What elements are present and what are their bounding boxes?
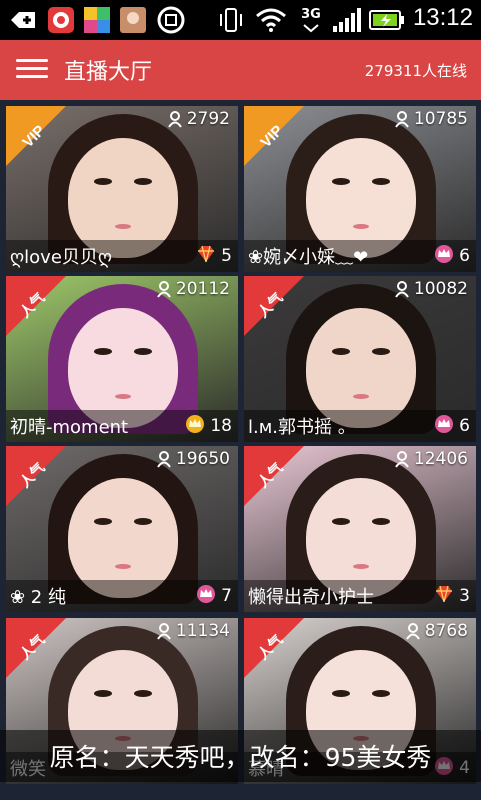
network-type: 3G [296, 6, 326, 34]
page-title: 直播大厅 [64, 60, 153, 85]
diamond-icon [433, 585, 455, 608]
pink-crown-icon [433, 414, 455, 439]
pink-crown-icon [433, 244, 455, 269]
viewer-count: 19650 [156, 449, 230, 469]
app-header: 直播大厅 279311人在线 [0, 40, 481, 100]
app-icon-red [46, 6, 76, 34]
popular-ribbon: 人气 [244, 618, 304, 678]
app-icon-circle [156, 6, 186, 34]
plus-icon [8, 6, 38, 34]
streamer-name: ❀婉〆小婇﹏❤ [248, 247, 369, 268]
online-count: 279311人在线 [364, 62, 467, 80]
gold-crown-icon [184, 414, 206, 439]
viewer-count: 10082 [394, 279, 468, 299]
card-footer: ❀婉〆小婇﹏❤ 6 [244, 240, 476, 272]
streamer-name: 初晴-moment [10, 417, 129, 438]
person-icon [157, 451, 171, 468]
vip-ribbon: VIP [6, 106, 66, 166]
person-icon [395, 451, 409, 468]
vibrate-icon [216, 6, 246, 34]
gift-count: 18 [210, 416, 232, 436]
card-footer: l.м.郭书摇 。 6 [244, 410, 476, 442]
gift-count: 6 [459, 416, 470, 436]
popular-ribbon: 人气 [244, 276, 304, 336]
viewer-count: 20112 [156, 279, 230, 299]
room-card[interactable]: 人气 20112 初晴-moment 18 [6, 276, 238, 442]
gift-badge: 3 [433, 585, 470, 608]
streamer-name: l.м.郭书摇 。 [248, 417, 356, 438]
viewer-count: 12406 [394, 449, 468, 469]
person-icon [405, 623, 420, 640]
room-card[interactable]: VIP 2792 ღlove贝贝ღ 5 [6, 106, 238, 272]
clock: 13:12 [412, 4, 473, 31]
vip-ribbon: VIP [244, 106, 304, 166]
card-footer: 初晴-moment 18 [6, 410, 238, 442]
menu-icon [16, 59, 48, 62]
popular-ribbon: 人气 [6, 618, 66, 678]
room-card[interactable]: 人气 19650 ❀ 2 纯 7 [6, 446, 238, 612]
card-footer: ღlove贝贝ღ 5 [6, 240, 238, 272]
gift-badge: 7 [195, 584, 232, 609]
streamer-name: 懒得出奇小护士 [248, 587, 374, 608]
wifi-icon [254, 6, 288, 34]
room-card[interactable]: 人气 12406 懒得出奇小护士 3 [244, 446, 476, 612]
card-footer: ❀ 2 纯 7 [6, 580, 238, 612]
viewer-count: 11134 [156, 621, 230, 641]
person-icon [157, 623, 171, 640]
room-card[interactable]: 人气 10082 l.м.郭书摇 。 6 [244, 276, 476, 442]
popular-ribbon: 人气 [6, 446, 66, 506]
app-icon-colorful [82, 6, 112, 34]
popular-ribbon: 人气 [244, 446, 304, 506]
gift-count: 7 [221, 586, 232, 606]
diamond-icon [195, 245, 217, 268]
caption-overlay: 原名：天天秀吧，改名：95美女秀 [0, 730, 481, 782]
popular-ribbon: 人气 [6, 276, 66, 336]
viewer-count: 8768 [405, 621, 468, 641]
person-icon [167, 111, 182, 128]
gift-badge: 5 [195, 245, 232, 268]
room-card[interactable]: VIP 10785 ❀婉〆小婇﹏❤ 6 [244, 106, 476, 272]
gift-count: 6 [459, 246, 470, 266]
room-grid: VIP 2792 ღlove贝贝ღ 5 VIP 10785 ❀婉〆小婇﹏❤ 6 [0, 100, 481, 800]
viewer-count: 10785 [394, 109, 468, 129]
signal-icon [330, 6, 362, 34]
gift-badge: 6 [433, 244, 470, 269]
card-footer: 懒得出奇小护士 3 [244, 580, 476, 612]
streamer-name: ღlove贝贝ღ [10, 247, 113, 268]
person-icon [157, 281, 171, 298]
gift-count: 3 [459, 586, 470, 606]
menu-button[interactable] [14, 54, 50, 86]
gift-count: 5 [221, 246, 232, 266]
person-icon [395, 281, 409, 298]
person-icon [395, 111, 409, 128]
pink-crown-icon [195, 584, 217, 609]
gift-badge: 6 [433, 414, 470, 439]
streamer-name: ❀ 2 纯 [10, 587, 66, 608]
app-icon-avatar [118, 6, 148, 34]
battery-icon [368, 6, 406, 34]
viewer-count: 2792 [167, 109, 230, 129]
gift-badge: 18 [184, 414, 232, 439]
status-bar: 3G 13:12 [0, 0, 481, 40]
